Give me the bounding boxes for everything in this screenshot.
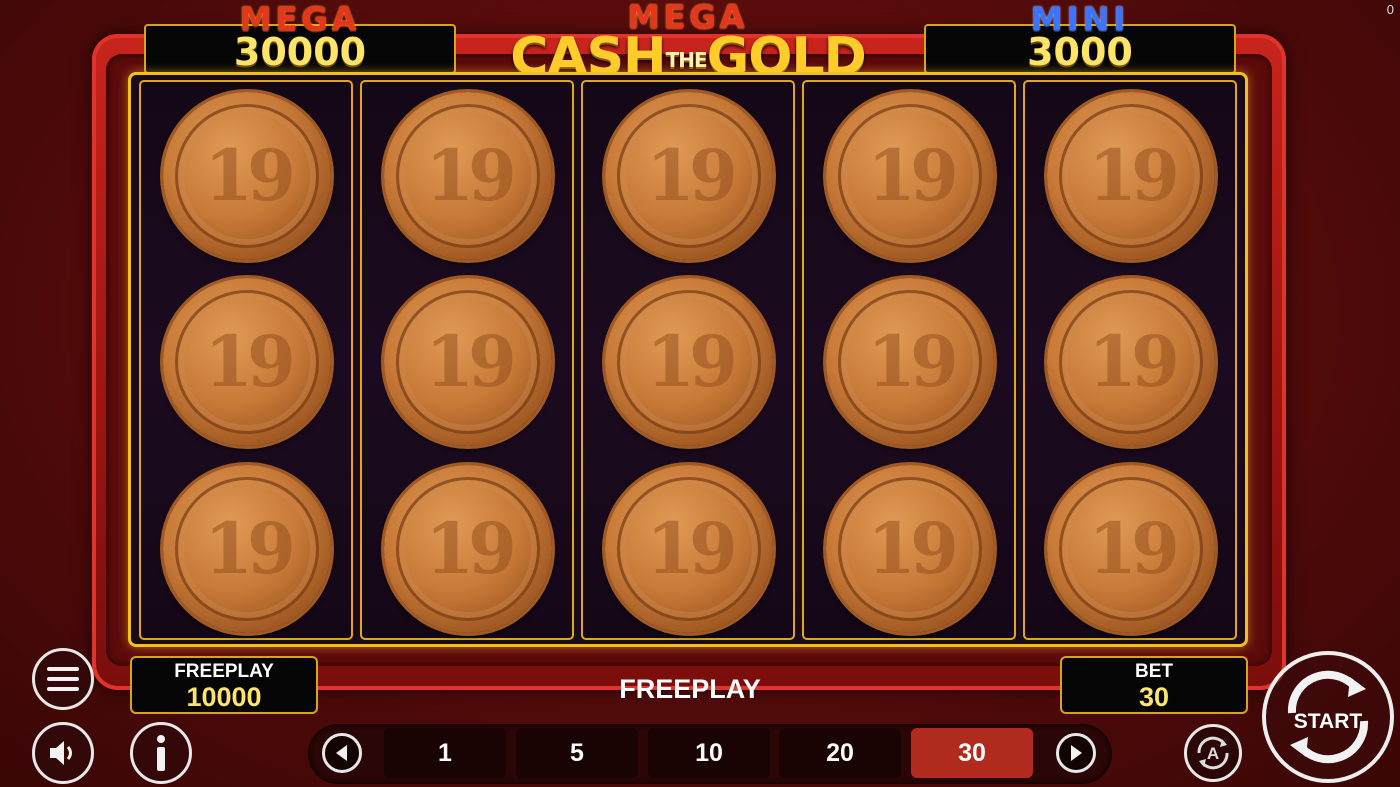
- bet-next-button[interactable]: [1056, 733, 1096, 773]
- coin-symbol: 19: [605, 278, 773, 446]
- coin-emblem: 19: [1088, 507, 1179, 590]
- coin-emblem: 19: [1088, 134, 1179, 217]
- coin-symbol: 19: [384, 278, 552, 446]
- coin-symbol: 19: [826, 278, 994, 446]
- coin-symbol: 19: [384, 92, 552, 260]
- coin-symbol: 19: [605, 92, 773, 260]
- freeplay-box: FREEPLAY 10000: [130, 656, 318, 714]
- start-button[interactable]: START: [1262, 651, 1394, 783]
- freeplay-value: 10000: [186, 682, 262, 712]
- coin-symbol: 19: [1047, 92, 1215, 260]
- bet-selector: 1 5 10 20 30: [308, 724, 1112, 784]
- status-text: FREEPLAY: [619, 674, 761, 704]
- coin-emblem: 19: [425, 134, 516, 217]
- coin-symbol: 19: [163, 278, 331, 446]
- bet-option-1[interactable]: 1: [384, 728, 506, 778]
- coin-emblem: 19: [425, 320, 516, 403]
- reel-column: 19 19 19: [139, 80, 353, 640]
- coin-emblem: 19: [646, 320, 737, 403]
- jackpot-mini-value: 3000: [1027, 30, 1133, 74]
- info-button[interactable]: [130, 722, 192, 784]
- coin-symbol: 19: [1047, 465, 1215, 633]
- freeplay-label: FREEPLAY: [174, 661, 274, 682]
- coin-emblem: 19: [867, 507, 958, 590]
- jackpot-mega: MEGA 30000: [144, 0, 456, 74]
- sound-button[interactable]: [32, 722, 94, 784]
- menu-icon: [47, 667, 79, 691]
- coin-symbol: 19: [384, 465, 552, 633]
- autoplay-button[interactable]: A: [1184, 724, 1242, 782]
- bet-option-5[interactable]: 5: [516, 728, 638, 778]
- start-label: START: [1293, 710, 1363, 733]
- svg-text:A: A: [1207, 744, 1219, 763]
- coin-symbol: 19: [605, 465, 773, 633]
- bet-label: BET: [1135, 661, 1173, 682]
- coin-symbol: 19: [163, 92, 331, 260]
- coin-emblem: 19: [646, 507, 737, 590]
- reel-area: 19 19 19 19 19 19 19 19 19 19 19 19 19 19 19: [128, 72, 1248, 647]
- coin-emblem: 19: [204, 320, 295, 403]
- bet-value: 30: [1138, 682, 1170, 712]
- menu-button[interactable]: [32, 648, 94, 710]
- bet-option-30[interactable]: 30: [911, 728, 1033, 778]
- speaker-icon: [50, 741, 72, 765]
- bet-option-10[interactable]: 10: [648, 728, 770, 778]
- coin-emblem: 19: [867, 134, 958, 217]
- coin-symbol: 19: [1047, 278, 1215, 446]
- arrow-right-icon: [1071, 745, 1082, 761]
- reel-column: 19 19 19: [1023, 80, 1237, 640]
- logo-the: THE: [665, 48, 708, 72]
- corner-counter: 0: [1386, 2, 1394, 17]
- bet-prev-button[interactable]: [322, 733, 362, 773]
- game-logo: MEGA CASHTHEGOLD: [496, 0, 880, 83]
- arrow-left-icon: [336, 745, 347, 761]
- coin-symbol: 19: [826, 92, 994, 260]
- autoplay-icon: A: [1197, 736, 1229, 770]
- reel-column: 19 19 19: [802, 80, 1016, 640]
- reel-column: 19 19 19: [581, 80, 795, 640]
- jackpot-mini: MINI 3000: [924, 0, 1236, 74]
- coin-emblem: 19: [646, 134, 737, 217]
- bet-option-20[interactable]: 20: [779, 728, 901, 778]
- coin-symbol: 19: [163, 465, 331, 633]
- info-icon: [157, 735, 165, 771]
- coin-emblem: 19: [204, 134, 295, 217]
- coin-emblem: 19: [204, 507, 295, 590]
- coin-emblem: 19: [425, 507, 516, 590]
- bet-box: BET 30: [1060, 656, 1248, 714]
- coin-symbol: 19: [826, 465, 994, 633]
- reel-column: 19 19 19: [360, 80, 574, 640]
- coin-emblem: 19: [1088, 320, 1179, 403]
- coin-emblem: 19: [867, 320, 958, 403]
- jackpot-mega-value: 30000: [233, 30, 367, 74]
